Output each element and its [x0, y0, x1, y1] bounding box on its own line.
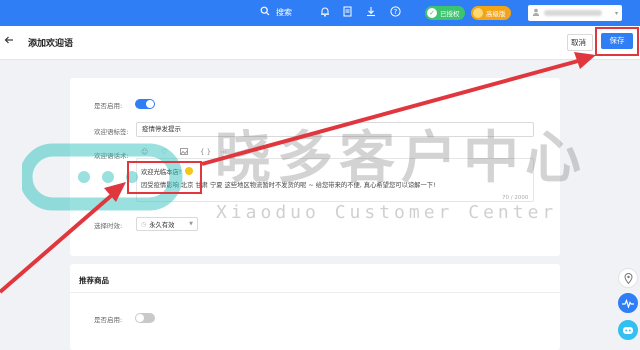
page-title: 添加欢迎语 [28, 39, 74, 49]
tier-label: 高级版 [486, 10, 506, 18]
svg-text:?: ? [393, 8, 397, 16]
chevron-down-icon: ▾ [614, 9, 618, 17]
recommend-enabled-label: 是否启用: [94, 316, 123, 324]
search-button[interactable]: 搜索 [258, 6, 292, 20]
toggle-knob [136, 314, 144, 322]
authorized-badge: ✓ 已授权 [425, 6, 465, 20]
chatbot-icon[interactable] [618, 320, 638, 340]
recommend-card [70, 264, 560, 350]
user-account-menu[interactable]: ▾ [528, 5, 622, 21]
time-value: 永久有效 [149, 221, 175, 229]
enabled-toggle[interactable] [135, 99, 155, 109]
check-icon: ✓ [427, 8, 437, 18]
divider [70, 292, 560, 293]
document-icon[interactable] [340, 6, 354, 20]
recommend-title: 推荐商品 [79, 276, 109, 285]
watermark-text-cn: 晓多客户中心 [215, 126, 587, 191]
time-select[interactable]: ◷ 永久有效 ▼ [136, 217, 198, 231]
time-label: 选择时效: [94, 222, 123, 230]
recommend-enabled-toggle[interactable] [135, 313, 155, 323]
arrow-left-icon[interactable] [4, 34, 14, 49]
toggle-knob [146, 100, 154, 108]
tag-label: 欢迎语标签: [94, 128, 129, 136]
top-navigation-bar: 搜索 ? ✓ 已授权 高级版 ▾ [0, 0, 640, 26]
help-icon[interactable]: ? [388, 6, 402, 20]
crown-icon [473, 8, 483, 18]
bell-icon[interactable] [318, 6, 332, 20]
cancel-button[interactable]: 取消 [567, 34, 593, 51]
save-highlight-box [595, 27, 639, 56]
download-icon[interactable] [364, 6, 378, 20]
search-label: 搜索 [276, 8, 292, 17]
braces-icon[interactable]: { } [200, 148, 211, 156]
char-counter: 70 / 2000 [502, 195, 529, 201]
chevron-down-icon: ▼ [189, 221, 193, 227]
user-icon [532, 8, 540, 18]
clock-icon: ◷ [141, 220, 147, 228]
authorized-label: 已授权 [440, 10, 460, 18]
page-header: 添加欢迎语 取消 [0, 26, 640, 60]
username-redacted [544, 10, 602, 16]
watermark-text-en: Xiaoduo Customer Center [216, 202, 558, 223]
location-pin-icon[interactable] [618, 268, 638, 288]
text-highlight-box [127, 161, 202, 194]
enabled-label: 是否启用: [94, 102, 123, 110]
search-icon [258, 6, 272, 20]
tier-badge: 高级版 [471, 6, 511, 20]
pulse-icon[interactable] [618, 293, 638, 313]
